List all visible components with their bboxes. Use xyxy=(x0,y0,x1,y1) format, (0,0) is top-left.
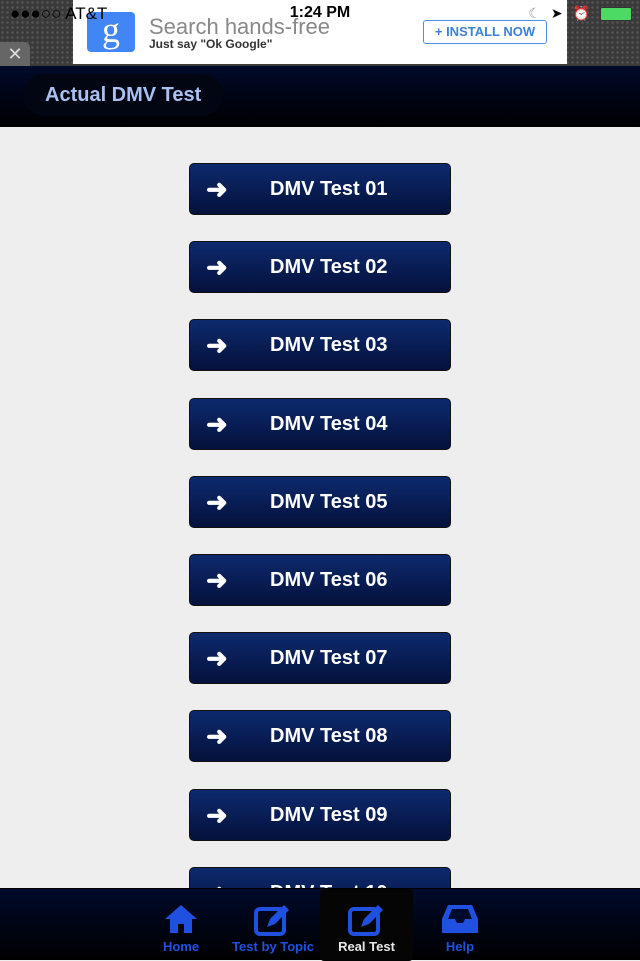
arrow-right-icon: ➜ xyxy=(206,330,228,361)
test-label: DMV Test 09 xyxy=(270,803,388,826)
tab-real-test[interactable]: Real Test xyxy=(320,889,413,961)
test-button[interactable]: ➜ DMV Test 01 xyxy=(189,163,451,215)
test-button[interactable]: ➜ DMV Test 06 xyxy=(189,554,451,606)
moon-icon: ☾ xyxy=(528,5,541,21)
test-label: DMV Test 03 xyxy=(270,334,388,357)
tab-test-by-topic[interactable]: Test by Topic xyxy=(226,889,320,961)
page-title: Actual DMV Test xyxy=(23,74,224,116)
arrow-right-icon: ➜ xyxy=(206,252,228,283)
battery-icon xyxy=(600,6,632,21)
test-label: DMV Test 07 xyxy=(270,647,388,670)
arrow-right-icon: ➜ xyxy=(206,643,228,674)
test-label: DMV Test 01 xyxy=(270,178,388,200)
tab-bar: Home Test by Topic Real Test Help xyxy=(0,888,640,961)
test-button[interactable]: ➜ DMV Test 05 xyxy=(189,475,451,528)
test-button[interactable]: ➜ DMV Test 09 xyxy=(189,788,451,841)
test-label: DMV Test 02 xyxy=(270,256,388,279)
test-button[interactable]: ➜ DMV Test 10 xyxy=(189,866,451,888)
arrow-right-icon: ➜ xyxy=(206,868,228,888)
test-label: DMV Test 05 xyxy=(270,490,388,513)
location-icon: ➤ xyxy=(550,5,563,21)
arrow-right-icon: ➜ xyxy=(206,408,228,439)
test-button[interactable]: ➜ DMV Test 03 xyxy=(189,319,451,372)
header: Actual DMV Test xyxy=(0,66,640,127)
arrow-right-icon: ➜ xyxy=(206,486,228,517)
tab-label: Home xyxy=(162,939,200,954)
arrow-right-icon: ➜ xyxy=(206,799,228,830)
arrow-right-icon: ➜ xyxy=(206,721,228,752)
edit-icon xyxy=(226,903,320,937)
test-label: DMV Test 10 xyxy=(270,868,387,888)
test-label: DMV Test 06 xyxy=(270,569,388,591)
test-button[interactable]: ➜ DMV Test 02 xyxy=(189,241,451,294)
home-icon xyxy=(135,903,227,937)
tab-home[interactable]: Home xyxy=(135,889,227,961)
arrow-right-icon: ➜ xyxy=(206,174,228,204)
tab-label: Help xyxy=(445,939,475,954)
arrow-right-icon: ➜ xyxy=(206,565,228,595)
test-button[interactable]: ➜ DMV Test 04 xyxy=(189,397,451,450)
tab-label: Test by Topic xyxy=(232,939,314,954)
test-label: DMV Test 08 xyxy=(270,725,388,748)
test-button[interactable]: ➜ DMV Test 08 xyxy=(189,710,451,763)
test-list[interactable]: ➜ DMV Test 01 ➜ DMV Test 02 ➜ DMV Test 03 ➜ DMV… xyxy=(0,127,640,888)
alarm-icon: ⏰ xyxy=(572,5,590,21)
ad-subline: Just say "Ok Google" xyxy=(149,37,273,51)
close-ad-button[interactable]: ✕ xyxy=(0,42,30,66)
tab-label: Real Test xyxy=(338,939,395,954)
inbox-icon xyxy=(414,903,506,937)
edit-icon xyxy=(320,903,413,937)
status-bar: ●●●○○ AT&T 1:24 PM ☾ ➤ ⏰ xyxy=(0,3,640,25)
tab-help[interactable]: Help xyxy=(414,889,506,961)
test-label: DMV Test 04 xyxy=(270,412,388,435)
test-button[interactable]: ➜ DMV Test 07 xyxy=(189,632,451,685)
